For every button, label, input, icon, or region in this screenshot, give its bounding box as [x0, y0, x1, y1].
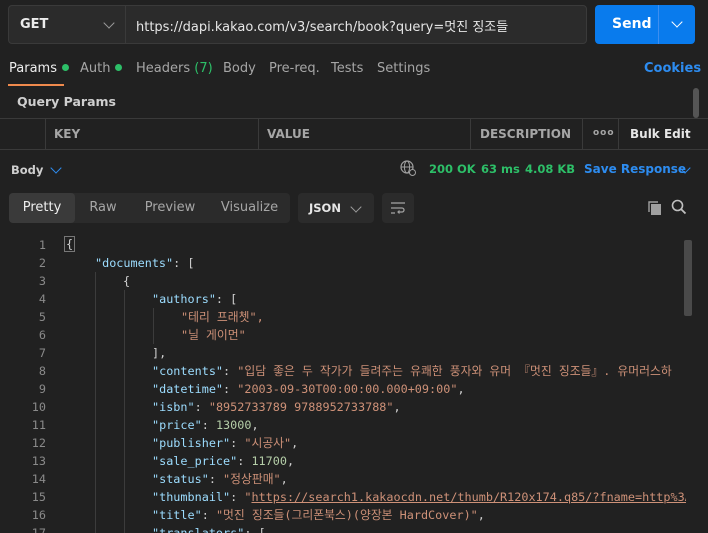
- code-line: 4 "authors": [: [38, 292, 238, 306]
- bulk-edit-button[interactable]: Bulk Edit: [630, 127, 691, 141]
- url-input[interactable]: https://dapi.kakao.com/v3/search/book?qu…: [136, 16, 508, 35]
- code-line: 6 "닐 게이먼": [38, 328, 246, 342]
- status-code: 200 OK: [429, 162, 476, 176]
- tab-auth[interactable]: Auth: [80, 61, 123, 76]
- copy-icon[interactable]: [647, 200, 663, 216]
- tab-settings[interactable]: Settings: [377, 61, 430, 76]
- more-options-icon[interactable]: ooo: [593, 128, 615, 138]
- query-params-title: Query Params: [17, 94, 116, 109]
- chevron-down-icon: [350, 201, 362, 213]
- search-icon[interactable]: [671, 199, 687, 215]
- method-label: GET: [20, 17, 49, 32]
- active-tab-indicator: [8, 84, 64, 86]
- tab-preview[interactable]: Preview: [131, 193, 209, 223]
- code-line: 8 "contents": "입담 좋은 두 작가가 들려주는 유쾌한 풍자와 유…: [38, 364, 672, 378]
- format-select[interactable]: JSON: [298, 193, 374, 223]
- code-line: 14 "status": "정상판매",: [31, 472, 288, 486]
- code-line: 9 "datetime": "2003-09-30T00:00:00.000+09…: [38, 382, 465, 396]
- headers-count: (7): [194, 61, 213, 76]
- tab-tests[interactable]: Tests: [331, 61, 363, 76]
- code-line: 2 "documents": [: [38, 256, 195, 270]
- code-line: 15 "thumbnail": "https://search1.kakaocdn…: [0, 488, 686, 506]
- globe-icon[interactable]: [400, 160, 416, 176]
- tab-visualize[interactable]: Visualize: [209, 193, 290, 223]
- tab-headers[interactable]: Headers (7): [136, 61, 213, 76]
- code-line: 16 "title": "멋진 징조들(그리폰북스)(양장본 HardCover)…: [31, 508, 485, 522]
- view-mode-tabs: Pretty Raw Preview Visualize: [9, 193, 290, 223]
- code-line: 7],: [38, 346, 167, 360]
- response-body-code[interactable]: 1{ 2 "documents": [ 3{ 4 "authors": [ 5 "테리…: [0, 236, 686, 533]
- tab-pretty[interactable]: Pretty: [9, 193, 75, 223]
- cookies-link[interactable]: Cookies: [644, 61, 701, 76]
- auth-dot-icon: [115, 64, 123, 71]
- thumbnail-link[interactable]: https://search1.kakaocdn.net/thumb/R120x…: [251, 490, 686, 504]
- column-description: DESCRIPTION: [480, 127, 572, 141]
- chevron-down-icon: [50, 162, 62, 174]
- column-divider: [618, 119, 619, 149]
- code-line: 17 "translators": [: [31, 526, 266, 533]
- response-size: 4.08 KB: [525, 162, 576, 176]
- wrap-lines-button[interactable]: [382, 193, 414, 223]
- column-key: KEY: [54, 127, 81, 141]
- column-value: VALUE: [267, 127, 310, 141]
- column-divider: [470, 119, 471, 149]
- send-divider: [658, 5, 659, 44]
- code-line: 13 "sale_price": 11700,: [31, 454, 295, 468]
- request-bar: GET https://dapi.kakao.com/v3/search/boo…: [8, 5, 587, 44]
- code-line: 12 "publisher": "시공사",: [31, 436, 299, 450]
- save-response-button[interactable]: Save Response: [584, 162, 686, 176]
- tab-raw[interactable]: Raw: [75, 193, 131, 223]
- send-label: Send: [612, 16, 652, 32]
- response-body-dropdown[interactable]: Body: [11, 163, 43, 177]
- code-line: 10 "isbn": "8952733789 9788952733788",: [31, 400, 401, 414]
- chevron-down-icon: [103, 17, 115, 29]
- code-line: 1{: [38, 236, 76, 252]
- params-table-header: KEY VALUE DESCRIPTION ooo Bulk Edit: [0, 118, 708, 150]
- send-button[interactable]: Send: [595, 5, 695, 44]
- code-scrollbar-thumb[interactable]: [684, 240, 692, 316]
- code-line: 11 "price": 13000,: [31, 418, 259, 432]
- params-dot-icon: [61, 64, 69, 71]
- response-time: 63 ms: [481, 162, 520, 176]
- column-divider: [582, 119, 583, 149]
- checkbox-column: [45, 119, 46, 149]
- method-select[interactable]: GET: [9, 6, 126, 43]
- format-label: JSON: [309, 201, 341, 215]
- params-scrollbar[interactable]: [693, 88, 699, 118]
- column-divider: [258, 119, 259, 149]
- send-options-chevron-icon[interactable]: [671, 16, 683, 28]
- code-line: 3{: [38, 274, 131, 288]
- tab-body[interactable]: Body: [223, 61, 256, 76]
- wrap-icon: [391, 202, 405, 214]
- code-line: 5 "테리 프래쳇",: [38, 310, 264, 324]
- tab-pre-req[interactable]: Pre-req.: [269, 61, 320, 76]
- tab-params[interactable]: Params: [9, 61, 69, 76]
